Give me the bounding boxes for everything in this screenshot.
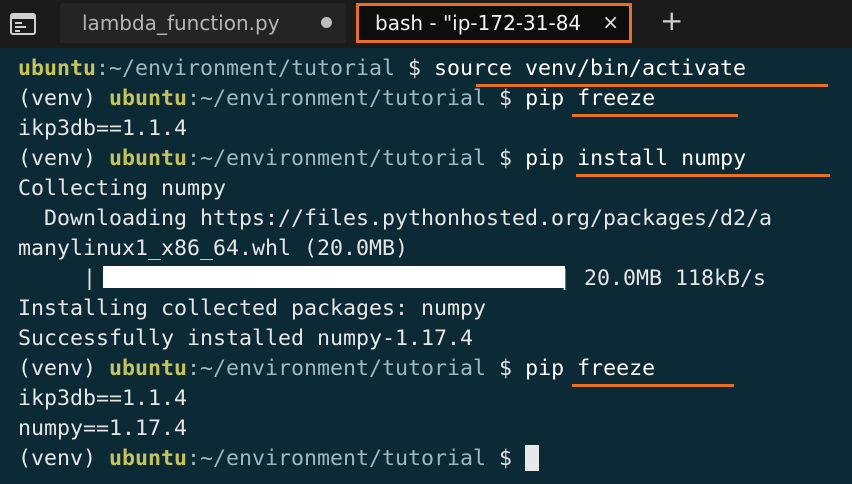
prompt-path: :~/environment/tutorial (187, 446, 487, 471)
terminal-line: numpy==1.17.4 (18, 416, 188, 441)
venv-label: (venv) (18, 446, 110, 471)
venv-label: (venv) (18, 356, 110, 381)
terminal-line: manylinux1_x86_64.whl (20.0MB) (18, 236, 409, 261)
download-progress-bar (103, 266, 565, 288)
prompt-user: ubuntu (109, 146, 188, 171)
tab-bash-terminal[interactable]: bash - "ip-172-31-84 × (356, 3, 632, 43)
prompt-dollar: $ (395, 56, 435, 81)
tab-bar: lambda_function.py bash - "ip-172-31-84 … (0, 0, 852, 48)
terminal-line: (venv) ubuntu:~/environment/tutorial $ p… (18, 354, 655, 384)
close-icon[interactable]: × (602, 10, 619, 34)
command-text: pip install numpy (525, 146, 747, 171)
highlight-underline (572, 384, 734, 387)
progress-left: | (18, 266, 97, 291)
terminal-line: ikp3db==1.1.4 (18, 386, 188, 411)
prompt-dollar: $ (486, 86, 526, 111)
terminal-line: Downloading https://files.pythonhosted.o… (18, 206, 773, 231)
command-text: pip freeze (525, 86, 656, 111)
terminal-line: ikp3db==1.1.4 (18, 116, 188, 141)
terminal-line: (venv) ubuntu:~/environment/tutorial $ p… (18, 84, 655, 114)
prompt-user: ubuntu (18, 56, 97, 81)
command-text: pip freeze (525, 356, 656, 381)
terminal-line: (venv) ubuntu:~/environment/tutorial $ (18, 444, 540, 474)
terminal-line: Installing collected packages: numpy (18, 296, 487, 321)
venv-label: (venv) (18, 146, 110, 171)
prompt-path: :~/environment/tutorial (187, 146, 487, 171)
terminal-menu-icon[interactable] (6, 8, 40, 40)
prompt-path: :~/environment/tutorial (96, 56, 396, 81)
terminal-line: (venv) ubuntu:~/environment/tutorial $ p… (18, 144, 746, 174)
prompt-dollar: $ (486, 446, 526, 471)
terminal-line: ubuntu:~/environment/tutorial $ source v… (18, 54, 746, 84)
prompt-user: ubuntu (109, 356, 188, 381)
progress-right: | 20.0MB 118kB/s (558, 266, 767, 291)
tab-lambda-function[interactable]: lambda_function.py (60, 3, 346, 43)
unsaved-dot-icon (321, 17, 332, 28)
prompt-path: :~/environment/tutorial (187, 356, 487, 381)
terminal-cursor[interactable] (525, 445, 540, 471)
prompt-path: :~/environment/tutorial (187, 86, 487, 111)
tab-label: lambda_function.py (82, 11, 280, 35)
tab-label: bash - "ip-172-31-84 (375, 11, 582, 35)
prompt-dollar: $ (486, 356, 526, 381)
terminal-line: Successfully installed numpy-1.17.4 (18, 326, 474, 351)
venv-label: (venv) (18, 86, 110, 111)
prompt-user: ubuntu (109, 86, 188, 111)
prompt-user: ubuntu (109, 446, 188, 471)
highlight-underline (572, 114, 738, 117)
highlight-underline (576, 174, 830, 177)
add-tab-icon[interactable]: + (660, 6, 683, 36)
prompt-dollar: $ (486, 146, 526, 171)
command-text: source venv/bin/activate (434, 56, 747, 81)
terminal-line: Collecting numpy (18, 176, 227, 201)
terminal-output[interactable]: ubuntu:~/environment/tutorial $ source v… (0, 52, 852, 484)
